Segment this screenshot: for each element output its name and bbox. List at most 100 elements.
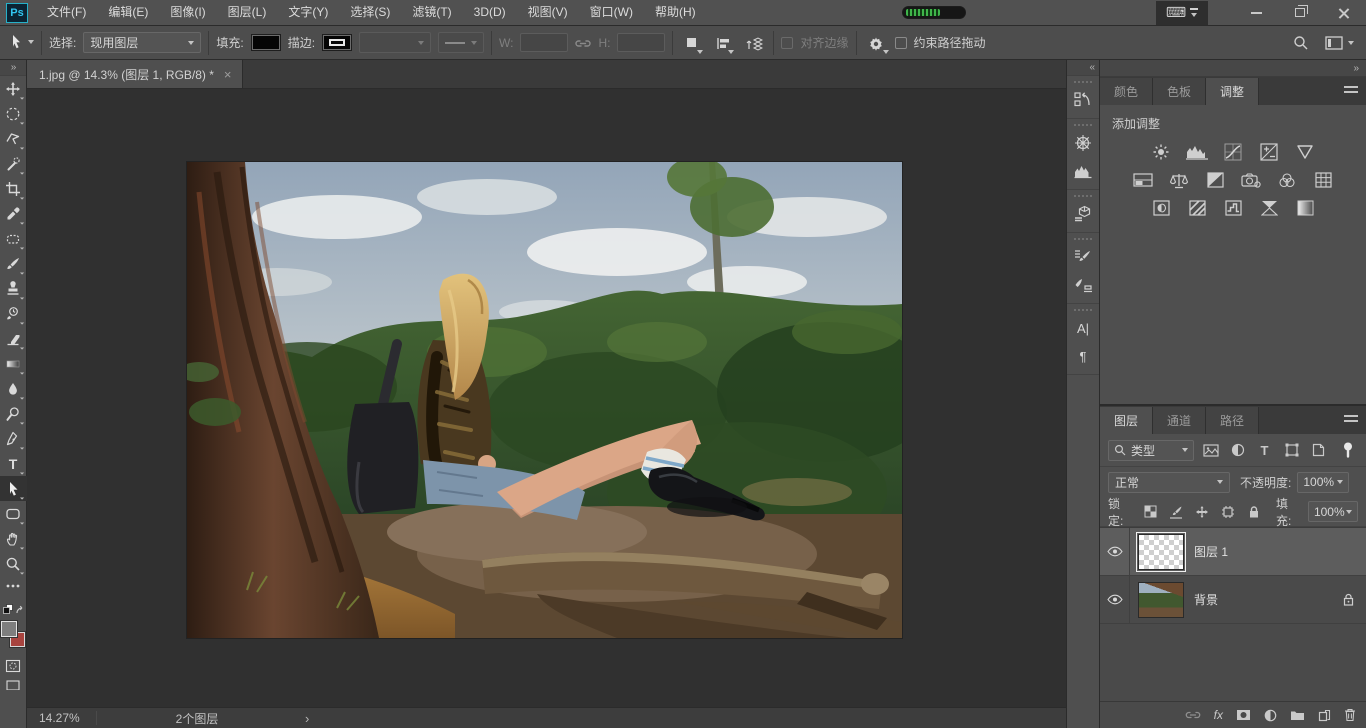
menu-image[interactable]: 图像(I) — [159, 0, 216, 25]
gradient-map-icon[interactable] — [1257, 199, 1281, 217]
filter-toggle-pin-icon[interactable] — [1337, 440, 1358, 460]
shape-tool[interactable] — [0, 501, 27, 526]
zoom-tool[interactable] — [0, 551, 27, 576]
crop-tool[interactable] — [0, 176, 27, 201]
workspace-switcher-button[interactable] — [1325, 36, 1354, 50]
filter-type-icon[interactable]: T — [1254, 440, 1275, 460]
visibility-toggle[interactable] — [1100, 528, 1130, 575]
exposure-icon[interactable] — [1257, 143, 1281, 161]
delete-layer-icon[interactable] — [1344, 708, 1356, 722]
add-mask-icon[interactable] — [1236, 709, 1251, 721]
close-button[interactable] — [1322, 0, 1366, 26]
materials-panel-icon[interactable] — [1068, 200, 1098, 228]
restore-button[interactable] — [1278, 0, 1322, 26]
navigator-panel-icon[interactable] — [1068, 129, 1098, 157]
paragraph-panel-icon[interactable]: ¶ — [1068, 342, 1098, 370]
histogram-panel-icon[interactable] — [1068, 157, 1098, 185]
tab-layers[interactable]: 图层 — [1100, 407, 1153, 434]
hue-saturation-icon[interactable] — [1131, 171, 1155, 189]
black-white-icon[interactable] — [1203, 171, 1227, 189]
threshold-icon[interactable] — [1221, 199, 1245, 217]
layer-name[interactable]: 图层 1 — [1194, 543, 1228, 560]
menu-layer[interactable]: 图层(L) — [217, 0, 278, 25]
layers-menu-icon[interactable] — [1344, 415, 1358, 424]
dock-collapse-button[interactable]: « — [1067, 60, 1099, 76]
tab-channels[interactable]: 通道 — [1153, 407, 1206, 434]
healing-patch-tool[interactable] — [0, 226, 27, 251]
select-mode-dropdown[interactable]: 现用图层 — [83, 32, 201, 53]
status-chevron-icon[interactable]: › — [297, 711, 317, 726]
selective-color-icon[interactable] — [1293, 199, 1317, 217]
zoom-level-field[interactable]: 14.27% — [27, 711, 97, 725]
channel-mixer-icon[interactable] — [1275, 171, 1299, 189]
tab-color[interactable]: 颜色 — [1100, 78, 1153, 105]
dodge-tool[interactable] — [0, 401, 27, 426]
menu-filter[interactable]: 滤镜(T) — [401, 0, 462, 25]
swap-colors-icon[interactable] — [15, 605, 24, 614]
default-colors-icon[interactable] — [3, 604, 13, 614]
layer-row-background[interactable]: 背景 — [1100, 576, 1366, 624]
quick-selection-tool[interactable] — [0, 151, 27, 176]
pen-tool[interactable] — [0, 426, 27, 451]
filter-image-icon[interactable] — [1200, 440, 1221, 460]
filter-smart-object-icon[interactable] — [1308, 440, 1329, 460]
brush-tool[interactable] — [0, 251, 27, 276]
minimize-button[interactable] — [1234, 0, 1278, 26]
tab-paths[interactable]: 路径 — [1206, 407, 1259, 434]
clone-stamp-tool[interactable] — [0, 276, 27, 301]
layer-style-button[interactable]: fx — [1214, 708, 1223, 722]
lock-all-icon[interactable] — [1244, 502, 1264, 522]
canvas-area[interactable] — [27, 89, 1066, 707]
edit-toolbar-button[interactable] — [0, 576, 27, 596]
layer-thumbnail[interactable] — [1138, 534, 1184, 570]
visibility-toggle[interactable] — [1100, 576, 1130, 623]
lock-transparency-icon[interactable] — [1140, 502, 1160, 522]
history-panel-icon[interactable] — [1068, 86, 1098, 114]
vibrance-icon[interactable] — [1293, 143, 1317, 161]
new-adjustment-icon[interactable] — [1264, 709, 1277, 722]
fill-color-swatch[interactable] — [251, 34, 281, 51]
gradient-tool[interactable] — [0, 351, 27, 376]
blur-tool[interactable] — [0, 376, 27, 401]
menu-3d[interactable]: 3D(D) — [463, 0, 517, 25]
menu-help[interactable]: 帮助(H) — [644, 0, 707, 25]
brightness-contrast-icon[interactable] — [1149, 143, 1173, 161]
tool-preset-button[interactable] — [8, 31, 34, 55]
gear-button[interactable] — [864, 31, 888, 55]
menu-select[interactable]: 选择(S) — [339, 0, 401, 25]
link-dimensions-icon[interactable] — [575, 37, 591, 49]
quick-mask-button[interactable] — [0, 653, 27, 678]
document-info-field[interactable]: 2个图层 — [97, 710, 297, 727]
eraser-tool[interactable] — [0, 326, 27, 351]
color-balance-icon[interactable] — [1167, 171, 1191, 189]
panel-menu-icon[interactable] — [1344, 86, 1358, 95]
path-alignment-button[interactable] — [711, 31, 735, 55]
menu-window[interactable]: 窗口(W) — [579, 0, 644, 25]
type-tool[interactable]: T — [0, 451, 27, 476]
curves-icon[interactable] — [1221, 143, 1245, 161]
lock-position-icon[interactable] — [1192, 502, 1212, 522]
levels-icon[interactable] — [1185, 143, 1209, 161]
link-layers-icon[interactable] — [1185, 710, 1201, 720]
tool-presets-panel-icon[interactable] — [1068, 271, 1098, 299]
menu-file[interactable]: 文件(F) — [36, 0, 97, 25]
lasso-tool[interactable] — [0, 126, 27, 151]
layer-row-layer1[interactable]: 图层 1 — [1100, 528, 1366, 576]
document-tab[interactable]: 1.jpg @ 14.3% (图层 1, RGB/8) * × — [27, 60, 243, 88]
lock-artboard-icon[interactable] — [1218, 502, 1238, 522]
screen-mode-button[interactable] — [0, 678, 27, 692]
tab-swatches[interactable]: 色板 — [1153, 78, 1206, 105]
brush-settings-panel-icon[interactable] — [1068, 243, 1098, 271]
hand-tool[interactable] — [0, 526, 27, 551]
tab-adjustments[interactable]: 调整 — [1206, 78, 1259, 105]
menu-edit[interactable]: 编辑(E) — [97, 0, 159, 25]
filter-adjustment-icon[interactable] — [1227, 440, 1248, 460]
new-layer-icon[interactable] — [1318, 709, 1331, 722]
blend-mode-dropdown[interactable]: 正常 — [1108, 472, 1230, 493]
filter-shape-icon[interactable] — [1281, 440, 1302, 460]
layer-name[interactable]: 背景 — [1194, 591, 1218, 608]
color-lookup-icon[interactable] — [1311, 171, 1335, 189]
tab-close-icon[interactable]: × — [224, 67, 232, 82]
dock-expand-button[interactable]: » — [1100, 60, 1366, 77]
search-icon[interactable] — [1293, 35, 1309, 51]
